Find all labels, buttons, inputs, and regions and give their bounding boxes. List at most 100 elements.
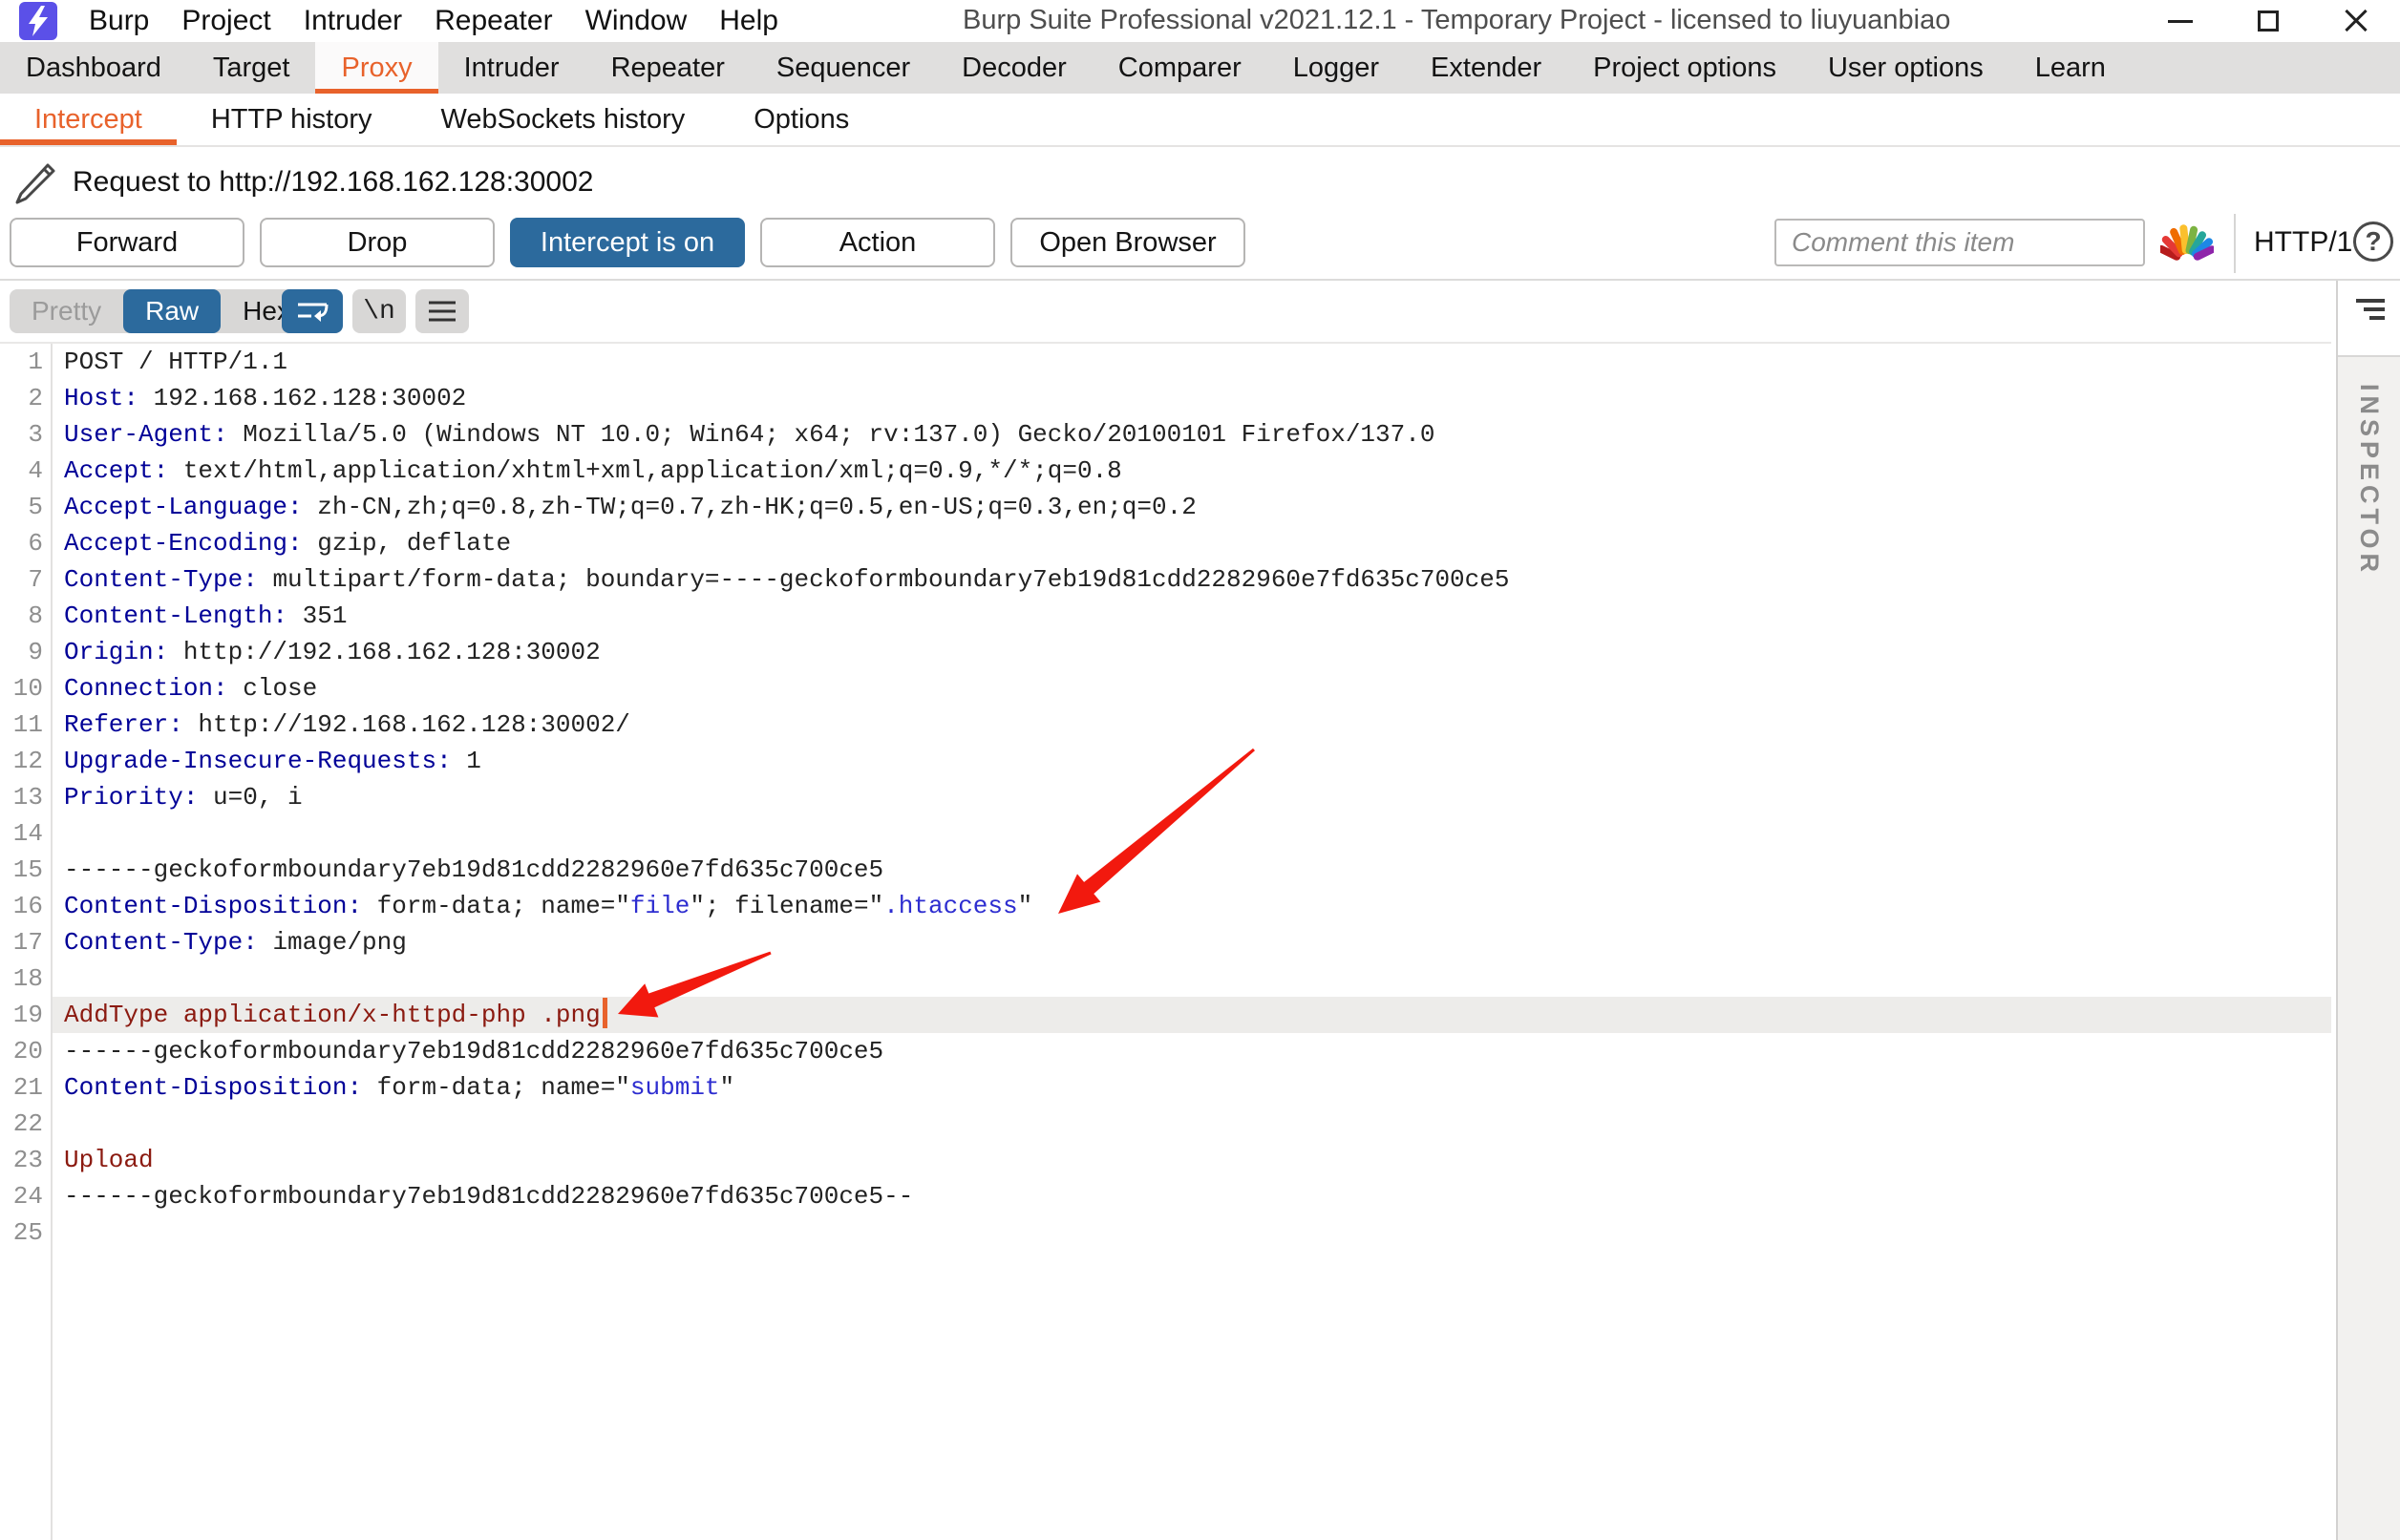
open-browser-button[interactable]: Open Browser: [1010, 218, 1245, 267]
menu-item-repeater[interactable]: Repeater: [418, 3, 568, 39]
menu-item-window[interactable]: Window: [569, 3, 704, 39]
tab-logger[interactable]: Logger: [1267, 42, 1405, 94]
word-wrap-toggle[interactable]: [282, 289, 343, 333]
line-number: 5: [0, 489, 43, 525]
editor-line-17[interactable]: 17Content-Type: image/png: [0, 924, 2331, 960]
tab-intruder[interactable]: Intruder: [438, 42, 585, 94]
plain-text: POST / HTTP/1.1: [64, 348, 287, 376]
proxy-sub-tab-bar: InterceptHTTP historyWebSockets historyO…: [0, 94, 2400, 147]
menu-item-project[interactable]: Project: [165, 3, 287, 39]
editor-line-8[interactable]: 8Content-Length: 351: [0, 598, 2331, 634]
editor-line-15[interactable]: 15------geckoformboundary7eb19d81cdd2282…: [0, 852, 2331, 888]
request-editor[interactable]: 1POST / HTTP/1.12Host: 192.168.162.128:3…: [0, 344, 2331, 1540]
line-content: [51, 960, 2331, 997]
maximize-button[interactable]: [2224, 0, 2312, 42]
editor-line-2[interactable]: 2Host: 192.168.162.128:30002: [0, 380, 2331, 416]
plain-text: image/png: [258, 928, 407, 957]
line-content: Host: 192.168.162.128:30002: [51, 380, 2331, 416]
menu-item-burp[interactable]: Burp: [73, 3, 165, 39]
tab-repeater[interactable]: Repeater: [585, 42, 751, 94]
tab-sequencer[interactable]: Sequencer: [751, 42, 936, 94]
line-number: 12: [0, 743, 43, 779]
intercept-toggle-button[interactable]: Intercept is on: [510, 218, 745, 267]
editor-line-21[interactable]: 21Content-Disposition: form-data; name="…: [0, 1069, 2331, 1106]
editor-line-13[interactable]: 13Priority: u=0, i: [0, 779, 2331, 815]
burp-suite-window: { "colors": { "accent_orange": "#e8622b"…: [0, 0, 2400, 1540]
plain-text: 351: [287, 601, 347, 630]
subtab-websockets-history[interactable]: WebSockets history: [407, 94, 720, 145]
inspector-tab[interactable]: INSPECTOR: [2338, 357, 2400, 1540]
editor-line-23[interactable]: 23Upload: [0, 1142, 2331, 1178]
string-value: submit: [630, 1073, 720, 1102]
editor-line-25[interactable]: 25: [0, 1214, 2331, 1251]
tab-dashboard[interactable]: Dashboard: [0, 42, 187, 94]
tab-user-options[interactable]: User options: [1802, 42, 2009, 94]
plain-text: close: [228, 674, 318, 703]
line-content: User-Agent: Mozilla/5.0 (Windows NT 10.0…: [51, 416, 2331, 453]
forward-button[interactable]: Forward: [10, 218, 244, 267]
subtab-http-history[interactable]: HTTP history: [177, 94, 407, 145]
line-content: Upload: [51, 1142, 2331, 1178]
editor-line-1[interactable]: 1POST / HTTP/1.1: [0, 344, 2331, 380]
inspector-panel-collapsed[interactable]: INSPECTOR: [2336, 281, 2400, 1540]
editor-line-5[interactable]: 5Accept-Language: zh-CN,zh;q=0.8,zh-TW;q…: [0, 489, 2331, 525]
editor-line-19[interactable]: 19AddType application/x-httpd-php .png: [0, 997, 2331, 1033]
action-button[interactable]: Action: [760, 218, 995, 267]
editor-line-6[interactable]: 6Accept-Encoding: gzip, deflate: [0, 525, 2331, 561]
active-subtab-underline: [0, 139, 177, 145]
editor-line-11[interactable]: 11Referer: http://192.168.162.128:30002/: [0, 707, 2331, 743]
tab-project-options[interactable]: Project options: [1567, 42, 1802, 94]
minimize-button[interactable]: [2136, 0, 2224, 42]
line-number: 10: [0, 670, 43, 707]
editor-line-10[interactable]: 10Connection: close: [0, 670, 2331, 707]
tab-proxy[interactable]: Proxy: [315, 42, 437, 94]
menu-bar: BurpProjectIntruderRepeaterWindowHelp: [73, 3, 795, 39]
editor-line-24[interactable]: 24------geckoformboundary7eb19d81cdd2282…: [0, 1178, 2331, 1214]
pretty-view-tab[interactable]: Pretty: [10, 289, 123, 333]
close-button[interactable]: [2312, 0, 2400, 42]
editor-line-3[interactable]: 3User-Agent: Mozilla/5.0 (Windows NT 10.…: [0, 416, 2331, 453]
line-number: 20: [0, 1033, 43, 1069]
plain-text: gzip, deflate: [303, 529, 511, 558]
editor-menu-button[interactable]: [415, 289, 469, 333]
line-content: Content-Type: image/png: [51, 924, 2331, 960]
drop-button[interactable]: Drop: [260, 218, 495, 267]
editor-line-16[interactable]: 16Content-Disposition: form-data; name="…: [0, 888, 2331, 924]
line-content: Content-Disposition: form-data; name="su…: [51, 1069, 2331, 1106]
editor-line-14[interactable]: 14: [0, 815, 2331, 852]
editor-line-22[interactable]: 22: [0, 1106, 2331, 1142]
burp-logo-icon: [19, 2, 57, 40]
inspector-settings-icon[interactable]: [2338, 296, 2400, 325]
tab-extender[interactable]: Extender: [1405, 42, 1567, 94]
help-icon[interactable]: ?: [2353, 222, 2393, 262]
show-newlines-toggle[interactable]: \n: [352, 289, 406, 333]
header-name: Origin:: [64, 638, 168, 666]
line-number: 6: [0, 525, 43, 561]
line-number: 24: [0, 1178, 43, 1214]
editor-line-20[interactable]: 20------geckoformboundary7eb19d81cdd2282…: [0, 1033, 2331, 1069]
editor-line-4[interactable]: 4Accept: text/html,application/xhtml+xml…: [0, 453, 2331, 489]
highlight-color-icon[interactable]: [2160, 220, 2214, 269]
subtab-intercept[interactable]: Intercept: [0, 94, 177, 145]
menu-item-help[interactable]: Help: [703, 3, 795, 39]
plain-text: text/html,application/xhtml+xml,applicat…: [168, 456, 1122, 485]
tab-learn[interactable]: Learn: [2009, 42, 2132, 94]
editor-line-18[interactable]: 18: [0, 960, 2331, 997]
editor-line-7[interactable]: 7Content-Type: multipart/form-data; boun…: [0, 561, 2331, 598]
intercept-status-bar: Request to http://192.168.162.128:30002: [0, 149, 593, 216]
subtab-options[interactable]: Options: [719, 94, 883, 145]
tab-decoder[interactable]: Decoder: [936, 42, 1093, 94]
tab-target[interactable]: Target: [187, 42, 316, 94]
maximize-icon: [2258, 11, 2279, 32]
line-content: Upgrade-Insecure-Requests: 1: [51, 743, 2331, 779]
editor-line-9[interactable]: 9Origin: http://192.168.162.128:30002: [0, 634, 2331, 670]
tab-comparer[interactable]: Comparer: [1093, 42, 1267, 94]
editor-line-12[interactable]: 12Upgrade-Insecure-Requests: 1: [0, 743, 2331, 779]
menu-item-intruder[interactable]: Intruder: [287, 3, 418, 39]
comment-input[interactable]: [1774, 219, 2145, 266]
line-content: Referer: http://192.168.162.128:30002/: [51, 707, 2331, 743]
line-content: Accept-Encoding: gzip, deflate: [51, 525, 2331, 561]
line-content: ------geckoformboundary7eb19d81cdd228296…: [51, 852, 2331, 888]
raw-view-tab[interactable]: Raw: [123, 289, 221, 333]
header-name: Accept:: [64, 456, 168, 485]
